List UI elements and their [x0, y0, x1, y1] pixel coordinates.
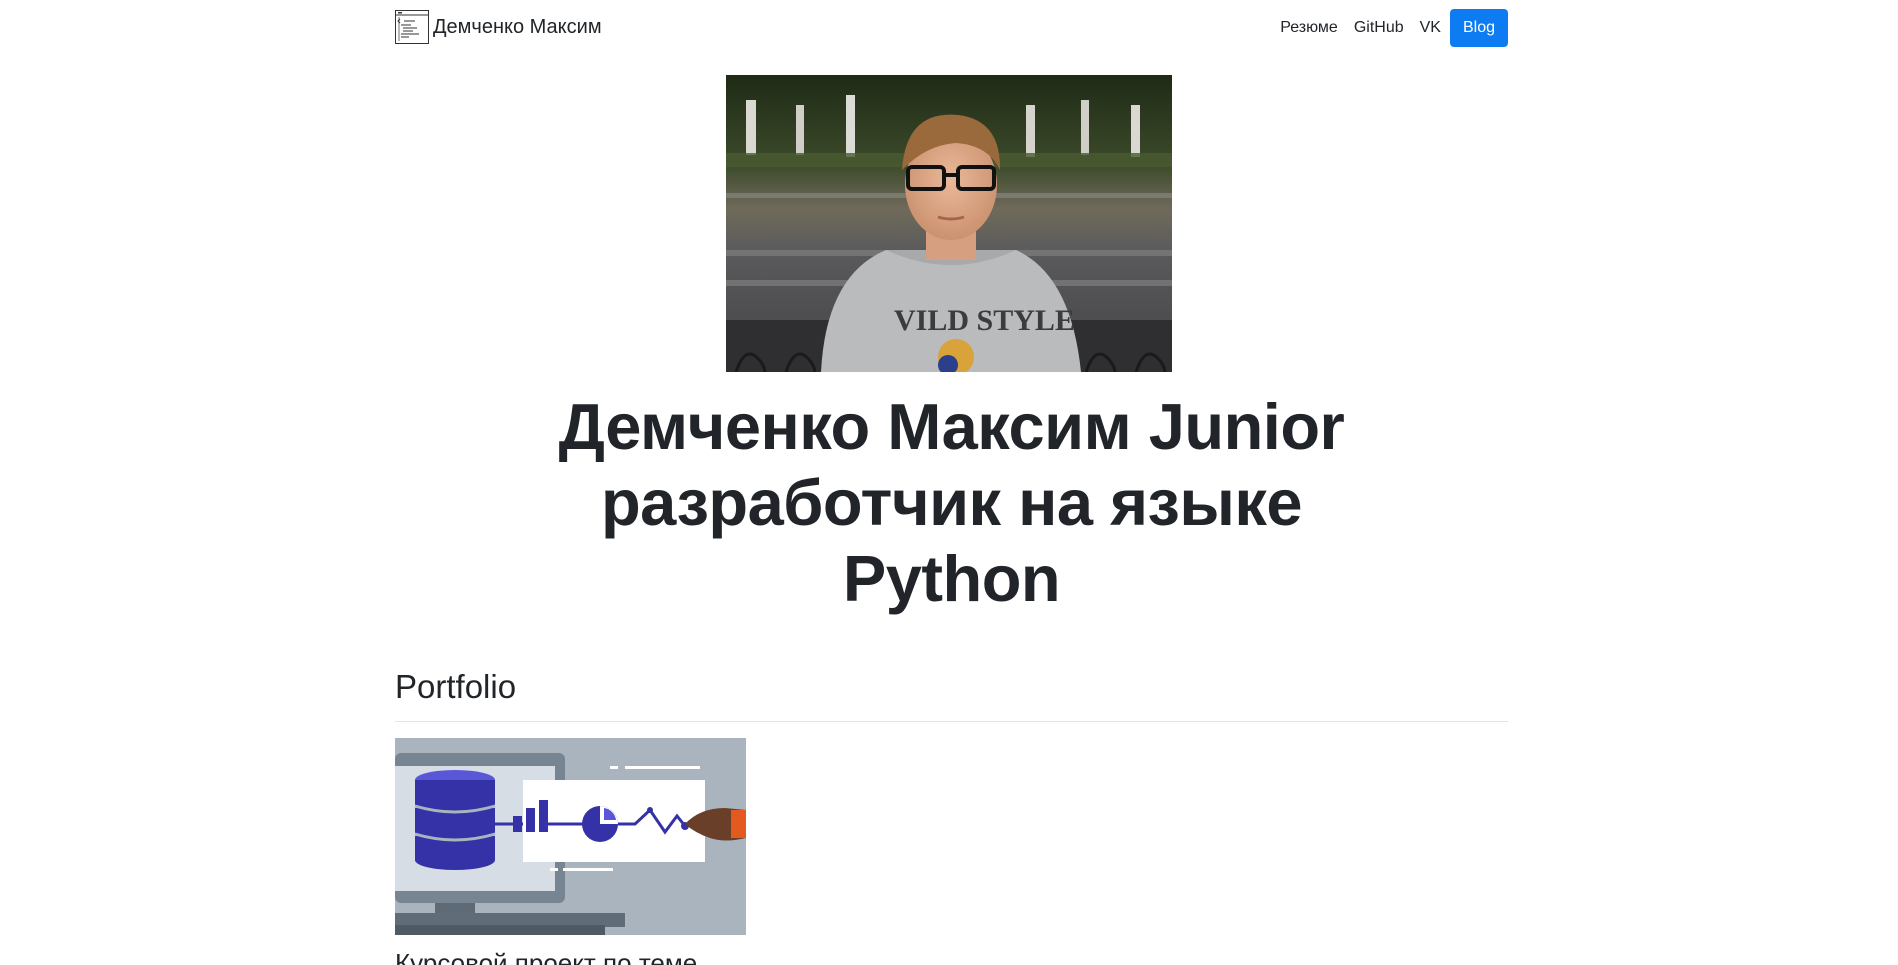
portfolio-card[interactable]: Курсовой проект по теме: [395, 738, 746, 965]
svg-text:VILD STYLE: VILD STYLE: [894, 304, 1075, 337]
nav-link-resume[interactable]: Резюме: [1272, 9, 1346, 47]
blog-button[interactable]: Blog: [1449, 9, 1508, 47]
navbar: Демченко Максим Резюме GitHub VK Blog: [395, 0, 1508, 70]
brand-name: Демченко Максим: [433, 16, 602, 38]
code-window-icon: [395, 10, 429, 44]
portfolio-card-title[interactable]: Курсовой проект по теме: [395, 947, 746, 965]
hero-title: Демченко Максим Junior разработчик на яз…: [558, 390, 1345, 615]
nav-link-vk[interactable]: VK: [1412, 9, 1449, 47]
database-analytics-illustration: [395, 738, 746, 935]
page-container: Демченко Максим Резюме GitHub VK Blog VI…: [395, 0, 1508, 965]
section-divider: [395, 721, 1508, 722]
portrait-photo: VILD STYLE: [725, 75, 1172, 372]
portfolio-heading: Portfolio: [395, 668, 517, 705]
nav-link-github[interactable]: GitHub: [1346, 9, 1412, 47]
brand-link[interactable]: Демченко Максим: [395, 10, 602, 44]
nav-links: Резюме GitHub VK Blog: [1272, 9, 1508, 47]
